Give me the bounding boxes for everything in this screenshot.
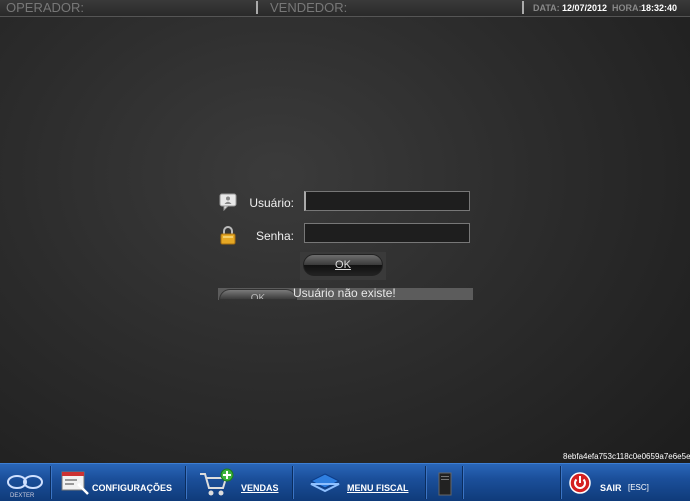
configuracoes-label: CONFIGURAÇÕES bbox=[92, 483, 173, 493]
operador-label: OPERADOR: bbox=[6, 0, 85, 15]
usuario-input[interactable] bbox=[304, 191, 470, 211]
server-icon bbox=[438, 472, 452, 496]
error-message: Usuário não existe! bbox=[293, 286, 396, 300]
vendas-label: VENDAS bbox=[241, 483, 279, 493]
divider bbox=[522, 1, 524, 14]
divider bbox=[256, 1, 258, 14]
ok-button-frame: OK bbox=[300, 252, 386, 280]
usuario-label: Usuário: bbox=[249, 196, 294, 210]
senha-label: Senha: bbox=[255, 229, 294, 243]
power-icon bbox=[569, 472, 591, 494]
sair-label: SAIR bbox=[600, 483, 622, 493]
dexter-logo-icon bbox=[7, 475, 43, 489]
divider bbox=[462, 466, 464, 499]
divider bbox=[185, 466, 187, 499]
error-message-bar: OK Usuário não existe! bbox=[218, 286, 473, 300]
configuracoes-button[interactable]: CONFIGURAÇÕES bbox=[58, 464, 178, 501]
hash-text: 8ebfa4efa753c118c0e0659a7e6e5e66 bbox=[563, 452, 690, 461]
dexter-logo: DEXTER bbox=[3, 464, 45, 501]
ghost-ok-button: OK bbox=[219, 289, 297, 300]
document-stack-icon bbox=[309, 473, 341, 493]
divider bbox=[560, 466, 562, 499]
menu-fiscal-label: MENU FISCAL bbox=[347, 483, 409, 493]
shopping-cart-add-icon bbox=[200, 468, 234, 496]
time-label: HORA: bbox=[612, 3, 642, 13]
divider bbox=[50, 466, 52, 499]
server-button[interactable] bbox=[435, 464, 457, 501]
sair-shortcut: [ESC] bbox=[628, 483, 649, 492]
divider bbox=[292, 466, 294, 499]
menu-fiscal-button[interactable]: MENU FISCAL bbox=[306, 464, 416, 501]
date-label: DATA: bbox=[533, 3, 560, 13]
vendas-button[interactable]: VENDAS bbox=[196, 464, 286, 501]
top-status-bar: OPERADOR: VENDEDOR: DATA: 12/07/2012 HOR… bbox=[0, 0, 690, 17]
time-value: 18:32:40 bbox=[641, 3, 678, 13]
bottom-toolbar: DEXTER CONFIGURAÇÕES VENDAS MENU FISCAL … bbox=[0, 463, 690, 501]
vendedor-label: VENDEDOR: bbox=[270, 0, 348, 15]
divider bbox=[425, 466, 427, 499]
senha-input[interactable] bbox=[304, 223, 470, 243]
sair-button[interactable]: SAIR [ESC] bbox=[566, 464, 686, 501]
settings-window-icon bbox=[61, 471, 89, 495]
logo-text: DEXTER bbox=[10, 493, 35, 499]
date-value: 12/07/2012 bbox=[562, 3, 608, 13]
ok-button[interactable]: OK bbox=[303, 254, 383, 276]
